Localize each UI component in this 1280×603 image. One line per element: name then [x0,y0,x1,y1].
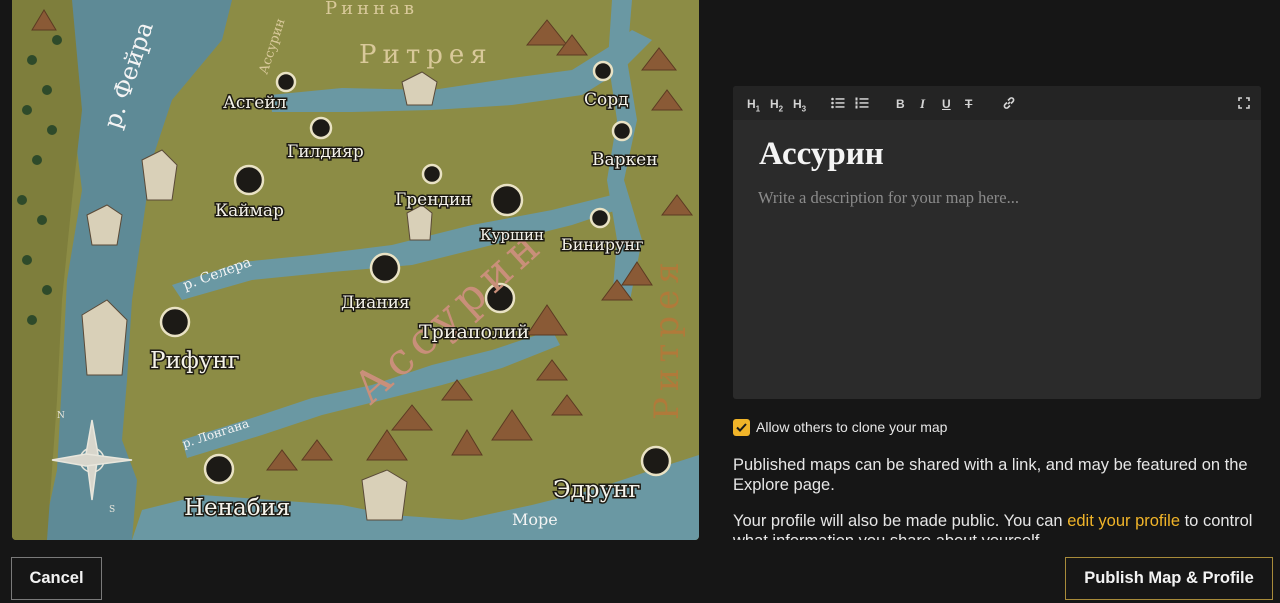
dialog-footer: Cancel Publish Map & Profile [0,540,1280,603]
publish-info-text: Published maps can be shared with a link… [733,456,1248,494]
description-editor: H1 H2 H3 B I U T Ассурин Write a descrip… [733,86,1261,399]
clone-checkbox[interactable] [733,418,750,436]
map-region-label: Ритрея [359,40,493,70]
map-sea-label: Море [512,510,558,529]
map-city-label: Каймар [215,201,284,221]
heading-2-button[interactable]: H2 [770,95,783,113]
bold-button[interactable]: B [896,95,905,113]
cancel-button[interactable]: Cancel [11,557,102,600]
italic-button[interactable]: I [920,95,925,113]
map-city-label: Асгейл [223,93,287,113]
checkmark-icon [736,422,747,432]
map-city-label: Ненабия [184,495,290,521]
clone-checkbox-label: Allow others to clone your map [756,419,948,435]
publish-map-profile-button[interactable]: Publish Map & Profile [1065,557,1273,600]
description-placeholder[interactable]: Write a description for your map here... [758,188,1238,208]
clone-option[interactable]: Allow others to clone your map [733,417,947,437]
map-city-label: Гилдияр [287,142,364,162]
heading-3-button[interactable]: H3 [793,95,806,113]
map-city-label: Рифунг [150,348,240,374]
map-city-label: Триаполий [419,321,529,343]
heading-1-button[interactable]: H1 [747,95,760,113]
compass-south-label: S [109,505,115,515]
editor-toolbar: H1 H2 H3 B I U T [733,86,1261,120]
publish-map-dialog: Ассурин Ритрея Риннав Ассурин Ритрея р. … [0,0,1280,603]
map-title-heading[interactable]: Ассурин [759,136,884,173]
map-city-label: Грендин [395,190,472,210]
map-canvas: Ассурин Ритрея Риннав Ассурин Ритрея р. … [12,0,699,540]
underline-button[interactable]: U [942,95,951,113]
map-city-label: Сорд [584,90,629,110]
map-city-label: Эдрунг [553,477,640,503]
profile-info-lead: Your profile will also be made public. Y… [733,512,1068,530]
link-icon[interactable] [1002,96,1016,114]
bullet-list-icon[interactable] [831,97,845,115]
map-city-label: Варкен [592,150,658,170]
edit-profile-link[interactable]: edit your profile [1067,512,1180,530]
compass-north-label: N [57,411,65,421]
fullscreen-icon[interactable] [1238,97,1250,115]
map-preview: Ассурин Ритрея Риннав Ассурин Ритрея р. … [12,0,699,540]
map-region-label: Риннав [325,0,418,19]
map-region-label: Ритрея [647,256,687,420]
map-city-label: Бинирунг [561,235,643,254]
map-city-label: Куршин [480,226,544,244]
numbered-list-icon[interactable] [855,97,869,115]
map-city-label: Диания [341,293,410,313]
strikethrough-button[interactable]: T [965,95,972,113]
